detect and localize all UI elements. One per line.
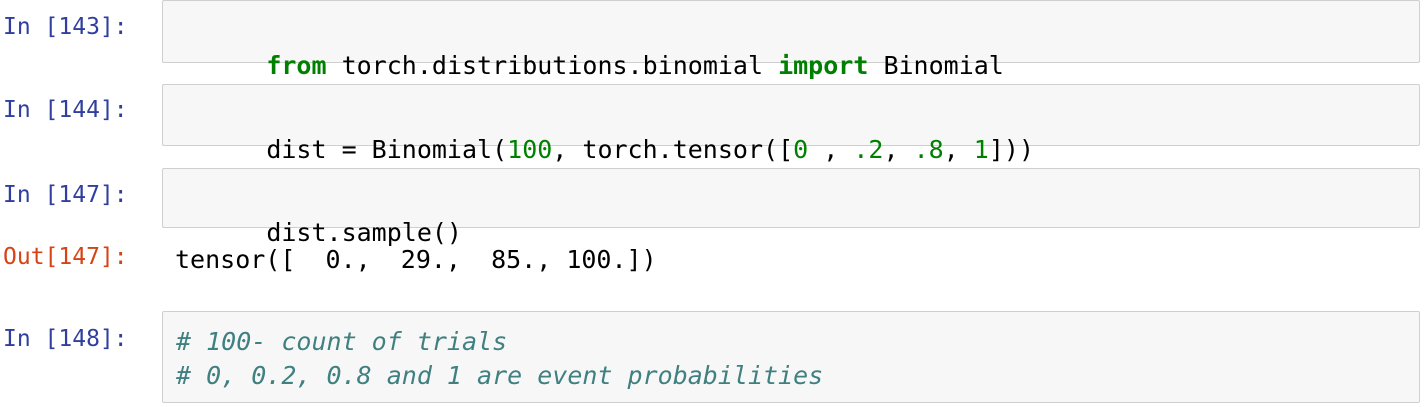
code-number: 1 [973, 135, 989, 164]
code-keyword: import [778, 51, 869, 80]
code-line: dist.sample() [176, 182, 1406, 247]
code-number: 0 [793, 135, 809, 164]
output-prompt: Out[147]: [3, 244, 128, 270]
code-input-cell[interactable]: from torch.distributions.binomial import… [162, 0, 1420, 80]
code-line: dist = Binomial(100, torch.tensor([0 , .… [176, 99, 1406, 164]
input-prompt: In [148]: [3, 326, 128, 352]
code-text: , [883, 135, 914, 164]
code-input-cell[interactable]: # 100- count of trials # 0, 0.2, 0.8 and… [162, 311, 1420, 403]
cell-output: tensor([ 0., 29., 85., 100.]) [175, 245, 657, 274]
code-text: , [808, 135, 854, 164]
code-input-cell[interactable]: dist = Binomial(100, torch.tensor([0 , .… [162, 84, 1420, 164]
code-comment: # 0, 0.2, 0.8 and 1 are event probabilit… [176, 361, 824, 390]
code-number: .2 [853, 135, 884, 164]
code-comment: # 100- count of trials [176, 327, 508, 356]
code-text: Binomial [868, 51, 1004, 80]
code-text: ])) [988, 135, 1034, 164]
code-number: 100 [507, 135, 553, 164]
code-keyword: from [266, 51, 327, 80]
input-prompt: In [147]: [3, 182, 128, 208]
code-text: , torch.tensor([ [552, 135, 794, 164]
input-prompt: In [144]: [3, 97, 128, 123]
code-number: .8 [913, 135, 944, 164]
code-text: dist = Binomial( [266, 135, 508, 164]
code-line: from torch.distributions.binomial import… [176, 15, 1406, 80]
input-prompt: In [143]: [3, 14, 128, 40]
code-input-cell[interactable]: dist.sample() [162, 168, 1420, 247]
code-text: torch.distributions.binomial [326, 51, 779, 80]
code-text: , [943, 135, 974, 164]
